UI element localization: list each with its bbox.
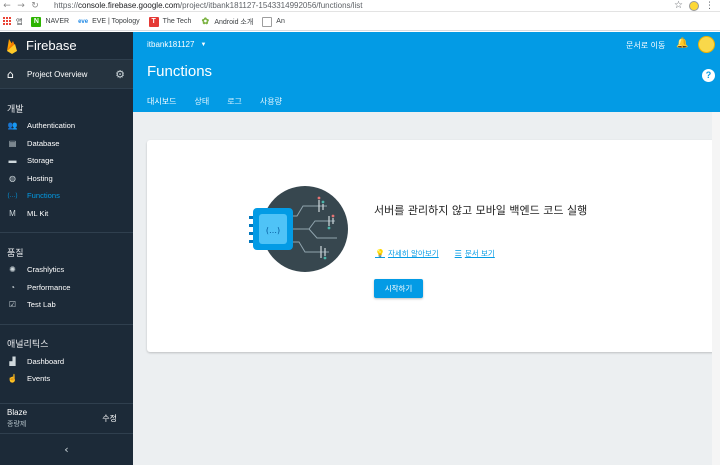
- bookmark-android[interactable]: ✿ Android 소개: [200, 16, 254, 27]
- home-icon: ⌂: [7, 67, 14, 81]
- section-develop: 개발 👥 Authentication ▤ Database ▬ Storage…: [0, 89, 133, 233]
- document-icon: ☰: [454, 249, 462, 258]
- plan-name: Blaze: [7, 408, 28, 417]
- people-icon: 👥: [7, 121, 18, 131]
- gear-icon[interactable]: ⚙: [115, 68, 125, 81]
- sidebar-item-performance[interactable]: ◔ Performance: [0, 279, 133, 297]
- get-started-button[interactable]: 시작하기: [374, 279, 423, 298]
- scrollbar-track[interactable]: [712, 112, 720, 465]
- avatar[interactable]: [698, 36, 715, 53]
- sidebar-item-functions[interactable]: (…) Functions: [0, 187, 133, 205]
- tech-icon: T: [148, 16, 159, 27]
- functions-icon: (…): [7, 192, 18, 199]
- sidebar-item-ml-kit[interactable]: M ML Kit: [0, 205, 133, 223]
- bookmark-apps[interactable]: 앱: [3, 17, 22, 27]
- sidebar-item-test-lab[interactable]: ☑ Test Lab: [0, 296, 133, 314]
- browser-address-bar: ← → ↻ https://console.firebase.google.co…: [0, 0, 720, 12]
- bookmark-star-icon[interactable]: ☆: [674, 0, 683, 11]
- sidebar-item-hosting[interactable]: ◍ Hosting: [0, 170, 133, 188]
- brand-name: Firebase: [26, 38, 77, 53]
- page-icon: [262, 16, 273, 27]
- bookmark-eve[interactable]: eve EVE | Topology: [78, 17, 140, 27]
- bookmark-the-tech[interactable]: T The Tech: [148, 16, 191, 27]
- learn-more-link[interactable]: 💡 자세히 알아보기: [375, 248, 439, 259]
- extension-icon[interactable]: [689, 0, 699, 11]
- section-analytics: 애널리틱스 ▟ Dashboard ☝ Events: [0, 325, 133, 388]
- functions-illustration-icon: (…): [249, 186, 348, 272]
- apps-grid-icon: [3, 17, 12, 26]
- eve-icon: eve: [78, 18, 89, 25]
- forward-arrow-icon[interactable]: →: [14, 1, 28, 11]
- chevron-left-icon: ‹: [64, 443, 69, 456]
- database-icon: ▤: [8, 138, 17, 148]
- app-header: itbank181127 ▼ 문서로 이동 🔔 Functions ? 대시보드…: [133, 32, 720, 115]
- section-quality: 품질 ✺ Crashlytics ◔ Performance ☑ Test La…: [0, 233, 133, 325]
- back-arrow-icon[interactable]: ←: [0, 1, 14, 11]
- collapse-sidebar-button[interactable]: ‹: [0, 433, 133, 465]
- more-vert-icon[interactable]: ⋮: [705, 1, 714, 11]
- sidebar-item-authentication[interactable]: 👥 Authentication: [0, 117, 133, 135]
- test-lab-icon: ☑: [8, 300, 17, 310]
- section-title[interactable]: 품질: [0, 243, 133, 261]
- sidebar-item-crashlytics[interactable]: ✺ Crashlytics: [0, 261, 133, 279]
- crashlytics-icon: ✺: [9, 265, 16, 275]
- bar-chart-icon: ▟: [9, 356, 16, 366]
- modify-plan-button[interactable]: 수정: [102, 413, 117, 424]
- bookmark-an[interactable]: An: [262, 16, 285, 27]
- sidebar-item-database[interactable]: ▤ Database: [0, 135, 133, 153]
- lightbulb-icon: 💡: [375, 249, 385, 258]
- firebase-flame-icon: [7, 38, 17, 54]
- page-title: Functions: [147, 63, 213, 80]
- view-docs-link[interactable]: ☰ 문서 보기: [455, 248, 495, 259]
- main-content: (…) 서버를 관리하지 않고 모바일 백엔드 코드 실행 💡 자세히 알아보기…: [133, 112, 720, 465]
- folder-icon: ▬: [8, 156, 17, 166]
- project-selector[interactable]: itbank181127 ▼: [147, 40, 206, 49]
- events-icon: ☝: [7, 374, 18, 384]
- plan-type: 종량제: [7, 421, 27, 428]
- bookmark-naver[interactable]: N NAVER: [31, 16, 69, 27]
- dropdown-arrow-icon: ▼: [200, 41, 207, 48]
- notifications-bell-icon[interactable]: 🔔: [676, 38, 688, 49]
- sidebar-item-storage[interactable]: ▬ Storage: [0, 152, 133, 170]
- sidebar-item-dashboard[interactable]: ▟ Dashboard: [0, 353, 133, 371]
- section-title[interactable]: 개발: [0, 99, 133, 117]
- url-text[interactable]: https://console.firebase.google.com/proj…: [54, 1, 363, 10]
- ml-kit-icon: M: [9, 208, 16, 218]
- section-title[interactable]: 애널리틱스: [0, 335, 133, 353]
- sidebar-brand[interactable]: Firebase: [0, 32, 133, 59]
- billing-plan: Blaze 종량제 수정: [0, 403, 133, 433]
- bookmarks-bar: 앱 N NAVER eve EVE | Topology T The Tech …: [0, 13, 720, 31]
- project-overview[interactable]: ⌂ Project Overview ⚙: [0, 59, 133, 89]
- svg-text:(…): (…): [266, 226, 280, 235]
- android-icon: ✿: [201, 16, 210, 26]
- help-icon[interactable]: ?: [702, 69, 715, 82]
- reload-icon[interactable]: ↻: [28, 1, 42, 11]
- docs-link[interactable]: 문서로 이동: [626, 40, 665, 51]
- speedometer-icon: ◔: [10, 282, 15, 292]
- get-started-card: (…) 서버를 관리하지 않고 모바일 백엔드 코드 실행 💡 자세히 알아보기…: [147, 140, 715, 352]
- sidebar-item-events[interactable]: ☝ Events: [0, 370, 133, 388]
- globe-icon: ◍: [9, 173, 16, 183]
- sidebar: Firebase ⌂ Project Overview ⚙ 개발 👥 Authe…: [0, 32, 133, 465]
- naver-icon: N: [31, 16, 42, 27]
- card-headline: 서버를 관리하지 않고 모바일 백엔드 코드 실행: [374, 204, 588, 217]
